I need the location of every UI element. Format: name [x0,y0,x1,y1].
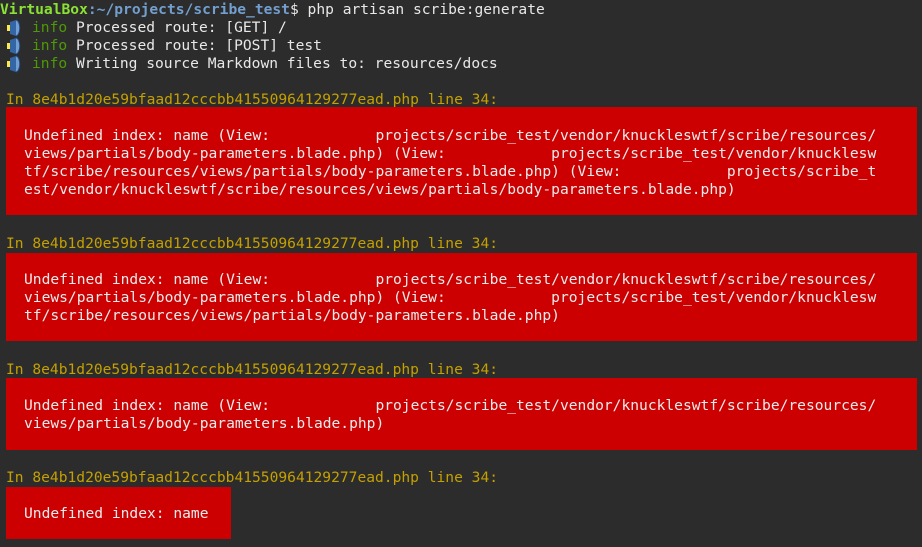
error-message-line: Undefined index: name (View: projects/sc… [24,397,877,414]
prompt-line: VirtualBox:~/projects/scribe_test$ php a… [0,1,545,19]
terminal-window[interactable]: VirtualBox:~/projects/scribe_test$ php a… [0,0,922,547]
info-text: Writing source Markdown files to: resour… [67,55,498,72]
info-text: Processed route: [POST] test [67,37,322,54]
error-message-line: views/partials/body-parameters.blade.php… [24,415,385,432]
info-label: info [32,37,68,54]
error-box: Undefined index: name (View: projects/sc… [6,253,917,341]
error-location: In 8e4b1d20e59bfaad12cccbb41550964129277… [6,469,499,486]
info-line: info Processed route: [GET] / [32,19,287,37]
error-message-line: tf/scribe/resources/views/partials/body-… [24,163,877,180]
error-box: Undefined index: name (View: projects/sc… [6,378,917,450]
info-line: info Processed route: [POST] test [32,37,322,55]
prompt-path: ~/projects/scribe_test [96,1,290,18]
prompt-symbol: $ [289,1,299,18]
error-message-line: Undefined index: name (View: projects/sc… [24,127,877,144]
error-message-line: views/partials/body-parameters.blade.php… [24,145,877,162]
error-message-line: tf/scribe/resources/views/partials/body-… [24,307,560,324]
error-box: Undefined index: name [6,487,231,539]
error-message-line: est/vendor/knuckleswtf/scribe/resources/… [24,181,736,198]
error-box: Undefined index: name (View: projects/sc… [6,107,917,215]
info-label: info [32,55,68,72]
error-message-line: Undefined index: name (View: projects/sc… [24,271,877,288]
command-text: php artisan scribe:generate [298,1,545,18]
prompt-user-host: VirtualBox [0,1,88,18]
error-message-line: views/partials/body-parameters.blade.php… [24,289,877,306]
speaker-icon [6,37,26,55]
error-message-line: Undefined index: name [24,505,209,522]
speaker-icon [6,55,26,73]
error-location: In 8e4b1d20e59bfaad12cccbb41550964129277… [6,361,499,378]
error-location: In 8e4b1d20e59bfaad12cccbb41550964129277… [6,235,499,252]
info-text: Processed route: [GET] / [67,19,287,36]
speaker-icon [6,19,26,37]
info-line: info Writing source Markdown files to: r… [32,55,498,73]
info-label: info [32,19,68,36]
prompt-path-separator: : [87,1,97,18]
